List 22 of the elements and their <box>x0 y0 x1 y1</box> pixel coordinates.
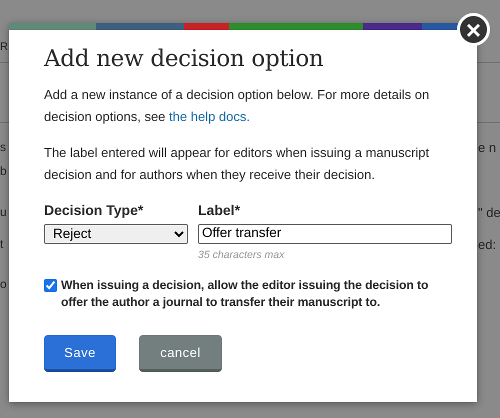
decision-type-select[interactable]: Reject <box>44 224 188 244</box>
label-input[interactable]: Offer transfer <box>198 224 452 244</box>
hint-text: 35 characters max <box>198 248 284 263</box>
checkbox-label: When issuing a decision, allow the editor issuing the decision to offer the author a journal to transfer their manuscript to. <box>61 277 430 312</box>
note-text: The label entered will appear for editors when issuing a manuscript decision and for authors when they receive their decision. <box>44 144 430 184</box>
background-text: e n <box>478 139 496 157</box>
background-text: t <box>0 236 4 253</box>
background-text: u <box>0 204 7 221</box>
help-link[interactable]: the help docs. <box>169 108 250 124</box>
save-button[interactable]: Save <box>44 335 116 372</box>
field-label: Label* <box>198 200 240 220</box>
background-text: o <box>0 276 7 293</box>
checkbox[interactable] <box>44 279 57 292</box>
field-label: Decision Type* <box>44 200 144 220</box>
background-text: s <box>0 139 6 156</box>
background-text: " de <box>478 204 500 222</box>
cancel-button[interactable]: cancel <box>139 335 222 372</box>
dialog-title: Add new decision option <box>44 46 324 74</box>
background-text: b <box>0 163 7 180</box>
background-text: ed: <box>478 236 496 254</box>
intro-text: Add a new instance of a decision option below. For more details on decision options, see the help docs. <box>44 86 430 126</box>
background-text: R <box>0 40 8 55</box>
